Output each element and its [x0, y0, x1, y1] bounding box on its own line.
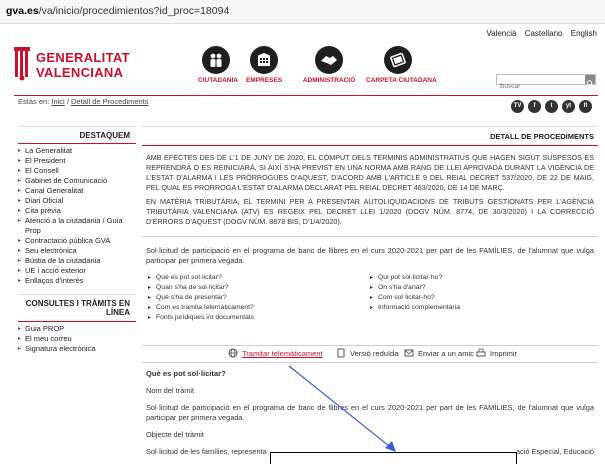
annotation-arrow	[288, 365, 396, 452]
annotation-box	[270, 452, 517, 464]
